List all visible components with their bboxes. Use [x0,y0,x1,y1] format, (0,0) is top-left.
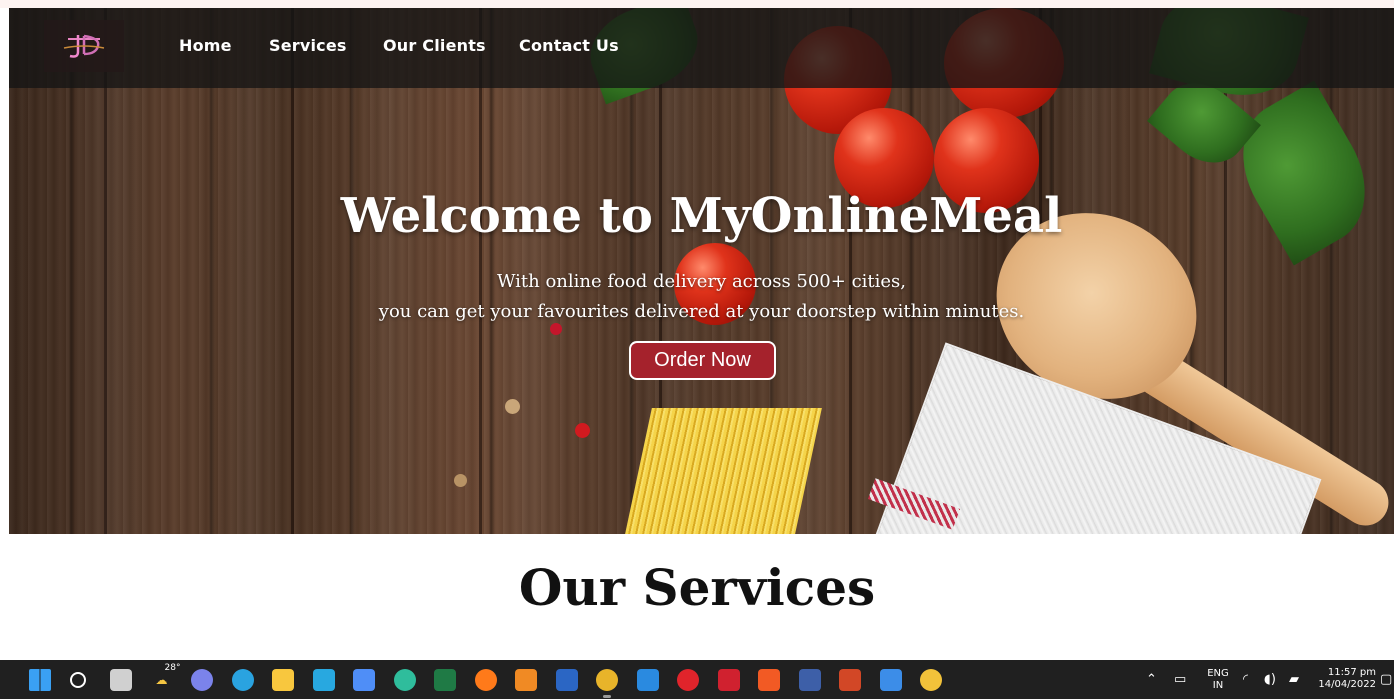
task-view-icon[interactable] [110,669,132,691]
powerpoint-icon[interactable] [839,669,861,691]
order-now-button[interactable]: Order Now [629,341,776,380]
brave-icon[interactable] [758,669,780,691]
edge-icon[interactable] [393,669,416,691]
clock[interactable]: 11:57 pm 14/04/2022 [1312,667,1376,691]
active-app-indicator [603,695,611,698]
nav-services[interactable]: Services [269,36,347,55]
nav-contact-us[interactable]: Contact Us [519,36,619,55]
chrome-dev-icon[interactable] [596,669,618,691]
todo-icon[interactable] [879,669,902,691]
weather-icon[interactable]: ☁ 28° [151,663,181,691]
nav-home[interactable]: Home [179,36,232,55]
logo[interactable] [44,20,124,72]
top-strip [0,0,1394,8]
chevron-up-icon[interactable]: ⌃ [1146,672,1157,687]
services-section-title: Our Services [518,558,876,617]
peppercorn-image [505,399,520,414]
telegram-icon[interactable] [231,669,254,691]
hero-title: Welcome to MyOnlineMeal [340,188,1063,244]
language-region: IN [1212,680,1224,691]
language-indicator[interactable]: ENG IN [1203,668,1233,692]
mcafee-icon[interactable] [717,669,740,691]
nav-our-clients[interactable]: Our Clients [383,36,486,55]
clock-time: 11:57 pm [1327,667,1376,678]
vscode-insiders-icon[interactable] [312,669,335,691]
language-code: ENG [1207,668,1229,679]
word-icon[interactable] [555,669,578,691]
devhub-icon[interactable] [798,669,821,691]
volume-icon[interactable]: ◖) [1264,672,1276,687]
peppercorn-image [575,423,590,438]
weather-temp: 28° [164,663,181,673]
opera-icon[interactable] [677,669,699,691]
windows-start-icon[interactable] [29,669,51,691]
sublime-icon[interactable] [515,669,537,691]
wifi-icon[interactable]: ◜ [1243,672,1248,687]
logo-mark-icon [63,34,105,58]
clock-date: 14/04/2022 [1318,679,1376,690]
hero-subtitle-line-1: With online food delivery across 500+ ci… [496,271,907,292]
chrome-icon[interactable] [920,669,942,691]
file-explorer-icon[interactable] [272,669,294,691]
spaghetti-image [622,408,822,534]
chat-icon[interactable] [191,669,213,691]
hero-banner: Home Services Our Clients Contact Us Wel… [9,8,1394,534]
peppercorn-image [454,474,467,487]
hero-subtitle-line-2: you can get your favourites delivered at… [378,301,1025,322]
windows-taskbar: ☁ 28° ⌃ ▭ ENG IN ◜ ◖) ▰ 11:57 pm 14/04/20… [0,660,1394,699]
navbar: Home Services Our Clients Contact Us [9,8,1394,88]
firefox-icon[interactable] [474,669,497,691]
battery-icon[interactable]: ▰ [1289,672,1299,687]
tablet-mode-icon[interactable]: ▭ [1174,672,1186,687]
notification-icon[interactable]: ▢ [1380,672,1392,687]
excel-icon[interactable] [434,669,456,691]
vscode-icon[interactable] [636,669,659,691]
store-icon[interactable] [353,669,375,691]
search-icon[interactable] [69,672,86,688]
peppercorn-image [550,323,562,335]
